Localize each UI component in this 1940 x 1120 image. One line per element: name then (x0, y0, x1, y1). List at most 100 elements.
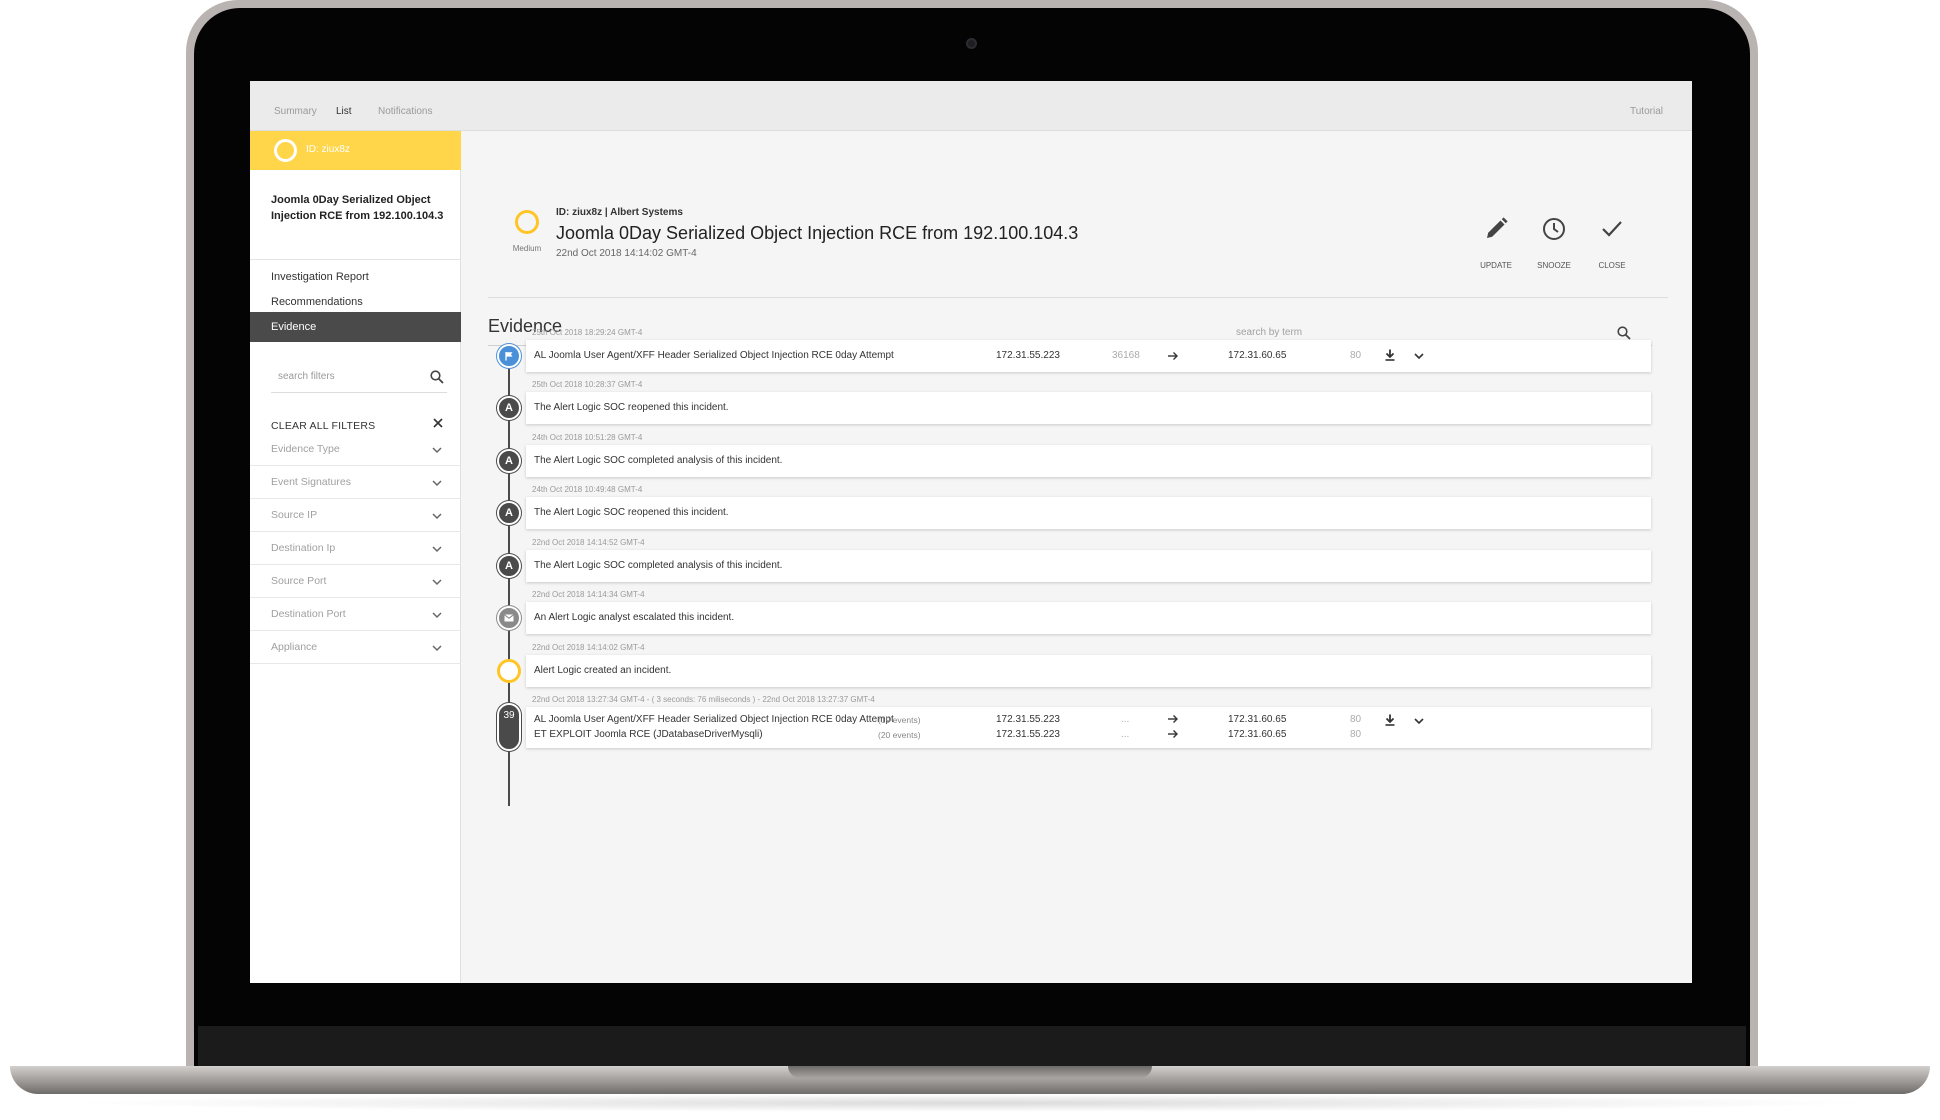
chevron-down-icon[interactable] (431, 477, 443, 489)
source-port: ... (1121, 729, 1130, 740)
event-card[interactable]: The Alert Logic SOC completed analysis o… (526, 550, 1651, 582)
event-timestamp: 25th Oct 2018 18:29:24 GMT-4 (532, 328, 643, 337)
close-icon[interactable] (431, 416, 445, 430)
event-card[interactable]: The Alert Logic SOC reopened this incide… (526, 497, 1651, 529)
filter-destination-ip[interactable]: Destination Ip (250, 532, 461, 565)
event-text: An Alert Logic analyst escalated this in… (534, 612, 735, 623)
filter-destination-port[interactable]: Destination Port (250, 598, 461, 631)
destination-port: 80 (1350, 729, 1362, 740)
tutorial-link[interactable]: Tutorial (1630, 106, 1663, 117)
event-text: Alert Logic created an incident. (534, 665, 672, 676)
filter-label: Destination Ip (271, 542, 336, 554)
source-ip: 172.31.55.223 (996, 350, 1060, 361)
tab-notifications[interactable]: Notifications (378, 106, 432, 117)
severity-ring-icon (274, 139, 297, 162)
filter-search (271, 361, 447, 393)
chevron-down-icon[interactable] (431, 444, 443, 456)
update-label: UPDATE (1480, 261, 1512, 270)
divider (250, 259, 461, 260)
laptop-notch (788, 1066, 1152, 1078)
filter-source-ip[interactable]: Source IP (250, 499, 461, 532)
event-card[interactable]: The Alert Logic SOC completed analysis o… (526, 445, 1651, 477)
event-text: AL Joomla User Agent/XFF Header Serializ… (534, 350, 894, 361)
update-button[interactable]: UPDATE (1466, 216, 1526, 276)
event-count-badge: 39 (497, 703, 521, 751)
arrow-right-icon (1168, 730, 1178, 738)
event-timestamp: 22nd Oct 2018 14:14:52 GMT-4 (532, 538, 645, 547)
mail-icon (497, 606, 521, 630)
source-port: ... (1121, 714, 1130, 725)
sidebar: ID: ziux8z Joomla 0Day Serialized Object… (250, 131, 461, 983)
pencil-icon (1487, 217, 1508, 238)
tab-list[interactable]: List (336, 106, 352, 117)
filter-appliance[interactable]: Appliance (250, 631, 461, 664)
alert-logic-icon: A (497, 396, 521, 420)
sidebar-item-evidence[interactable]: Evidence (250, 312, 461, 342)
flag-icon (497, 344, 521, 368)
event-timestamp: 24th Oct 2018 10:49:48 GMT-4 (532, 485, 643, 494)
severity-label: Medium (512, 244, 542, 253)
chevron-down-icon[interactable] (431, 510, 443, 522)
chevron-down-icon[interactable] (1412, 714, 1426, 728)
chevron-down-icon[interactable] (431, 543, 443, 555)
source-ip: 172.31.55.223 (996, 714, 1060, 725)
close-label: CLOSE (1598, 261, 1626, 270)
laptop-chin (198, 1026, 1746, 1066)
sidebar-incident-title: Joomla 0Day Serialized Object Injection … (271, 194, 444, 222)
filter-label: Evidence Type (271, 443, 340, 455)
download-icon[interactable] (1383, 713, 1397, 727)
filter-label: Source Port (271, 575, 327, 587)
download-icon[interactable] (1383, 348, 1397, 362)
event-card[interactable]: An Alert Logic analyst escalated this in… (526, 602, 1651, 634)
close-incident-button[interactable]: CLOSE (1582, 216, 1642, 276)
filter-evidence-type[interactable]: Evidence Type (250, 433, 461, 466)
destination-port: 80 (1350, 714, 1362, 725)
event-text: The Alert Logic SOC reopened this incide… (534, 507, 729, 518)
chevron-down-icon[interactable] (431, 576, 443, 588)
group-timestamp: 22nd Oct 2018 13:27:34 GMT-4 - ( 3 secon… (532, 695, 875, 704)
incident-date: 22nd Oct 2018 14:14:02 GMT-4 (556, 248, 697, 259)
chevron-down-icon[interactable] (1412, 349, 1426, 363)
alert-logic-icon: A (497, 501, 521, 525)
search-icon[interactable] (429, 369, 445, 385)
destination-ip: 172.31.60.65 (1228, 729, 1287, 740)
filter-label: Destination Port (271, 608, 346, 620)
evidence-search-input[interactable] (1236, 327, 1536, 338)
filter-label: Event Signatures (271, 476, 351, 488)
event-card[interactable]: The Alert Logic SOC reopened this incide… (526, 392, 1651, 424)
camera-icon (966, 38, 977, 49)
search-icon[interactable] (1616, 325, 1632, 341)
filter-event-signatures[interactable]: Event Signatures (250, 466, 461, 499)
event-timestamp: 25th Oct 2018 10:28:37 GMT-4 (532, 380, 643, 389)
source-ip: 172.31.55.223 (996, 729, 1060, 740)
clear-filters-label[interactable]: CLEAR ALL FILTERS (271, 420, 375, 432)
event-text: The Alert Logic SOC reopened this incide… (534, 402, 729, 413)
event-timestamp: 24th Oct 2018 10:51:28 GMT-4 (532, 433, 643, 442)
incident-id: ID: ziux8z (306, 144, 350, 155)
event-text: ET EXPLOIT Joomla RCE (JDatabaseDriverMy… (534, 729, 763, 740)
event-text: The Alert Logic SOC completed analysis o… (534, 455, 783, 466)
chevron-down-icon[interactable] (431, 642, 443, 654)
incident-id-line: ID: ziux8z | Albert Systems (556, 207, 683, 218)
source-port: 36168 (1112, 350, 1140, 361)
alert-logic-icon: A (497, 449, 521, 473)
app-screen: Summary List Notifications Tutorial ID: … (250, 81, 1692, 983)
clear-filters-row[interactable]: CLEAR ALL FILTERS (271, 416, 447, 432)
filter-source-port[interactable]: Source Port (250, 565, 461, 598)
filter-search-input[interactable] (278, 371, 408, 382)
destination-port: 80 (1350, 350, 1362, 361)
checkmark-icon (1602, 221, 1622, 237)
event-count: (20 events) (878, 730, 921, 740)
tab-summary[interactable]: Summary (274, 106, 317, 117)
event-group-card[interactable]: AL Joomla User Agent/XFF Header Serializ… (526, 707, 1651, 748)
event-card[interactable]: Alert Logic created an incident. (526, 655, 1651, 687)
snooze-button[interactable]: SNOOZE (1524, 216, 1584, 276)
event-text: AL Joomla User Agent/XFF Header Serializ… (534, 714, 894, 725)
event-text: The Alert Logic SOC completed analysis o… (534, 560, 783, 571)
event-card[interactable]: AL Joomla User Agent/XFF Header Serializ… (526, 340, 1651, 372)
event-timestamp: 22nd Oct 2018 14:14:02 GMT-4 (532, 643, 645, 652)
snooze-label: SNOOZE (1537, 261, 1571, 270)
destination-ip: 172.31.60.65 (1228, 350, 1287, 361)
event-timestamp: 22nd Oct 2018 14:14:34 GMT-4 (532, 590, 645, 599)
chevron-down-icon[interactable] (431, 609, 443, 621)
